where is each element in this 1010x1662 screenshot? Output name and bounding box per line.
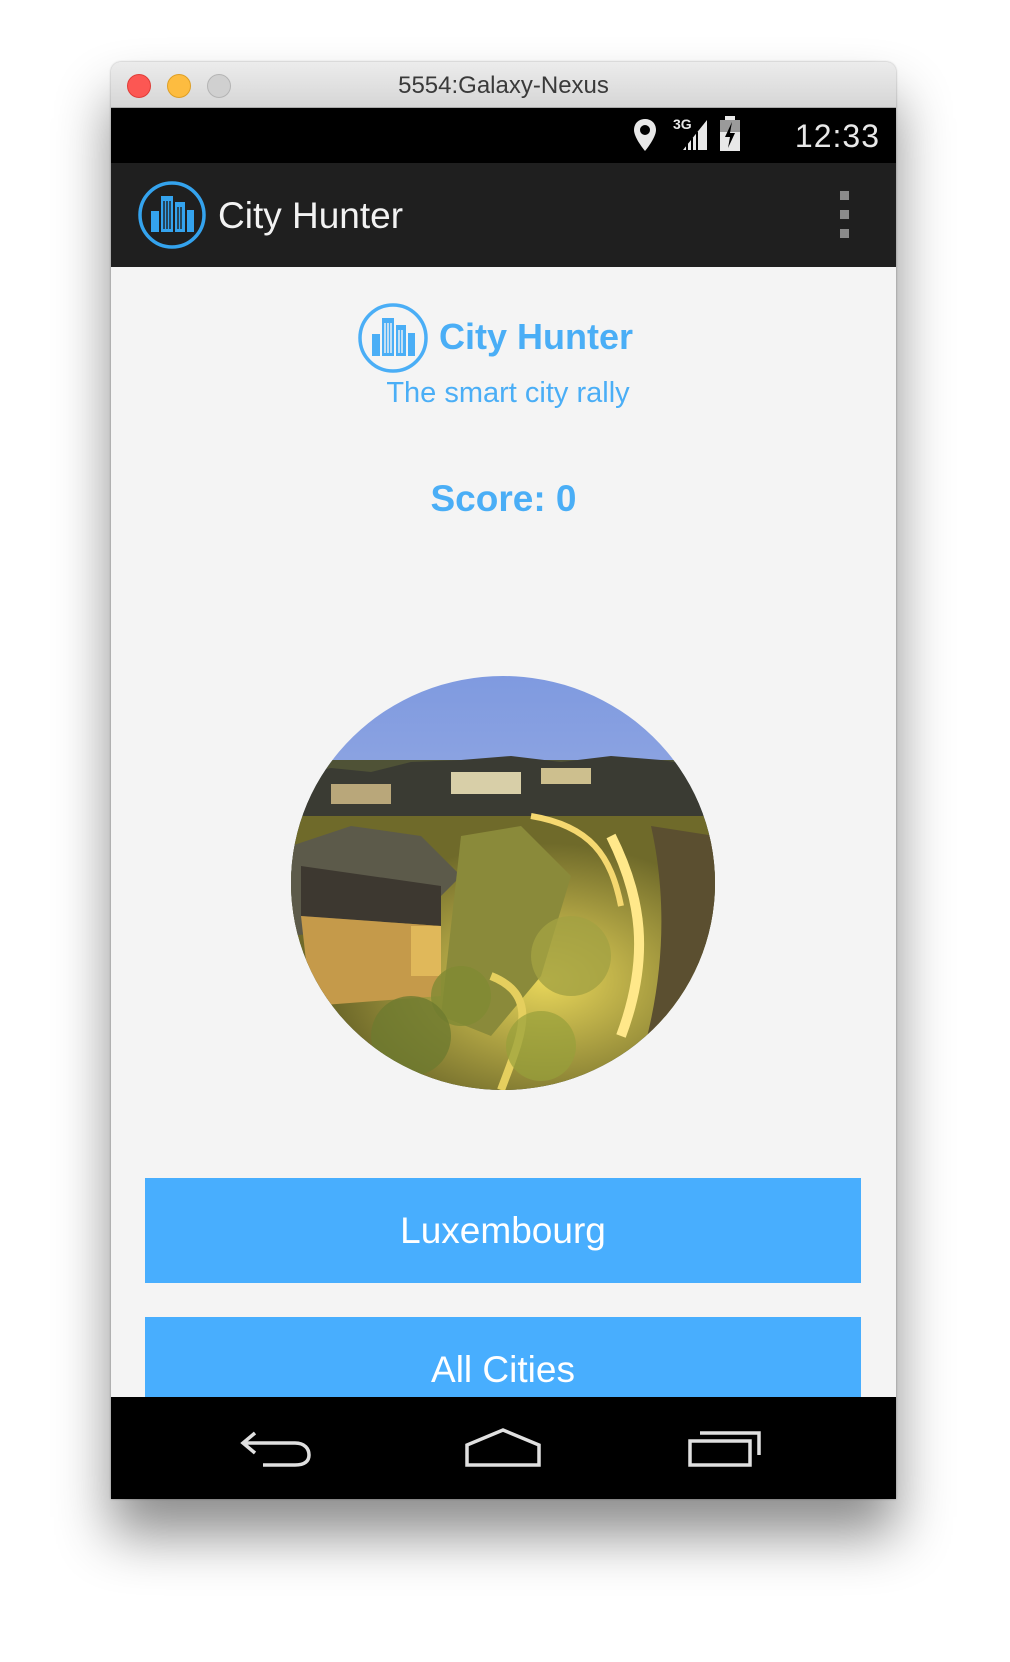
window-titlebar: 5554:Galaxy-Nexus [111,62,896,108]
emulator-window: 5554:Galaxy-Nexus 3G 12:33 City Hunter C… [111,62,896,1499]
status-clock: 12:33 [794,118,880,154]
action-bar: City Hunter [111,163,896,267]
luxembourg-button[interactable]: Luxembourg [145,1178,861,1283]
overflow-menu-icon[interactable] [824,189,864,245]
app-title: City Hunter [439,316,634,357]
signal-3g-icon: 3G [673,116,713,157]
main-content: City Hunter The smart city rally Score: … [111,267,896,1422]
city-photo [291,676,715,1090]
city-buildings-icon [357,302,429,379]
app-header: City Hunter [111,302,896,374]
home-icon[interactable] [463,1427,543,1474]
city-buildings-icon[interactable] [137,180,207,255]
recent-apps-icon[interactable] [687,1427,763,1474]
network-type-label: 3G [673,116,692,132]
score-label: Score: 0 [430,478,577,519]
window-title: 5554:Galaxy-Nexus [398,72,609,99]
back-icon[interactable] [239,1427,313,1474]
status-bar: 3G 12:33 [111,108,896,163]
app-subtitle: The smart city rally [386,377,630,409]
navigation-bar [111,1397,896,1499]
location-pin-icon [632,118,658,157]
action-bar-title: City Hunter [218,195,404,236]
battery-charging-icon [719,116,741,157]
